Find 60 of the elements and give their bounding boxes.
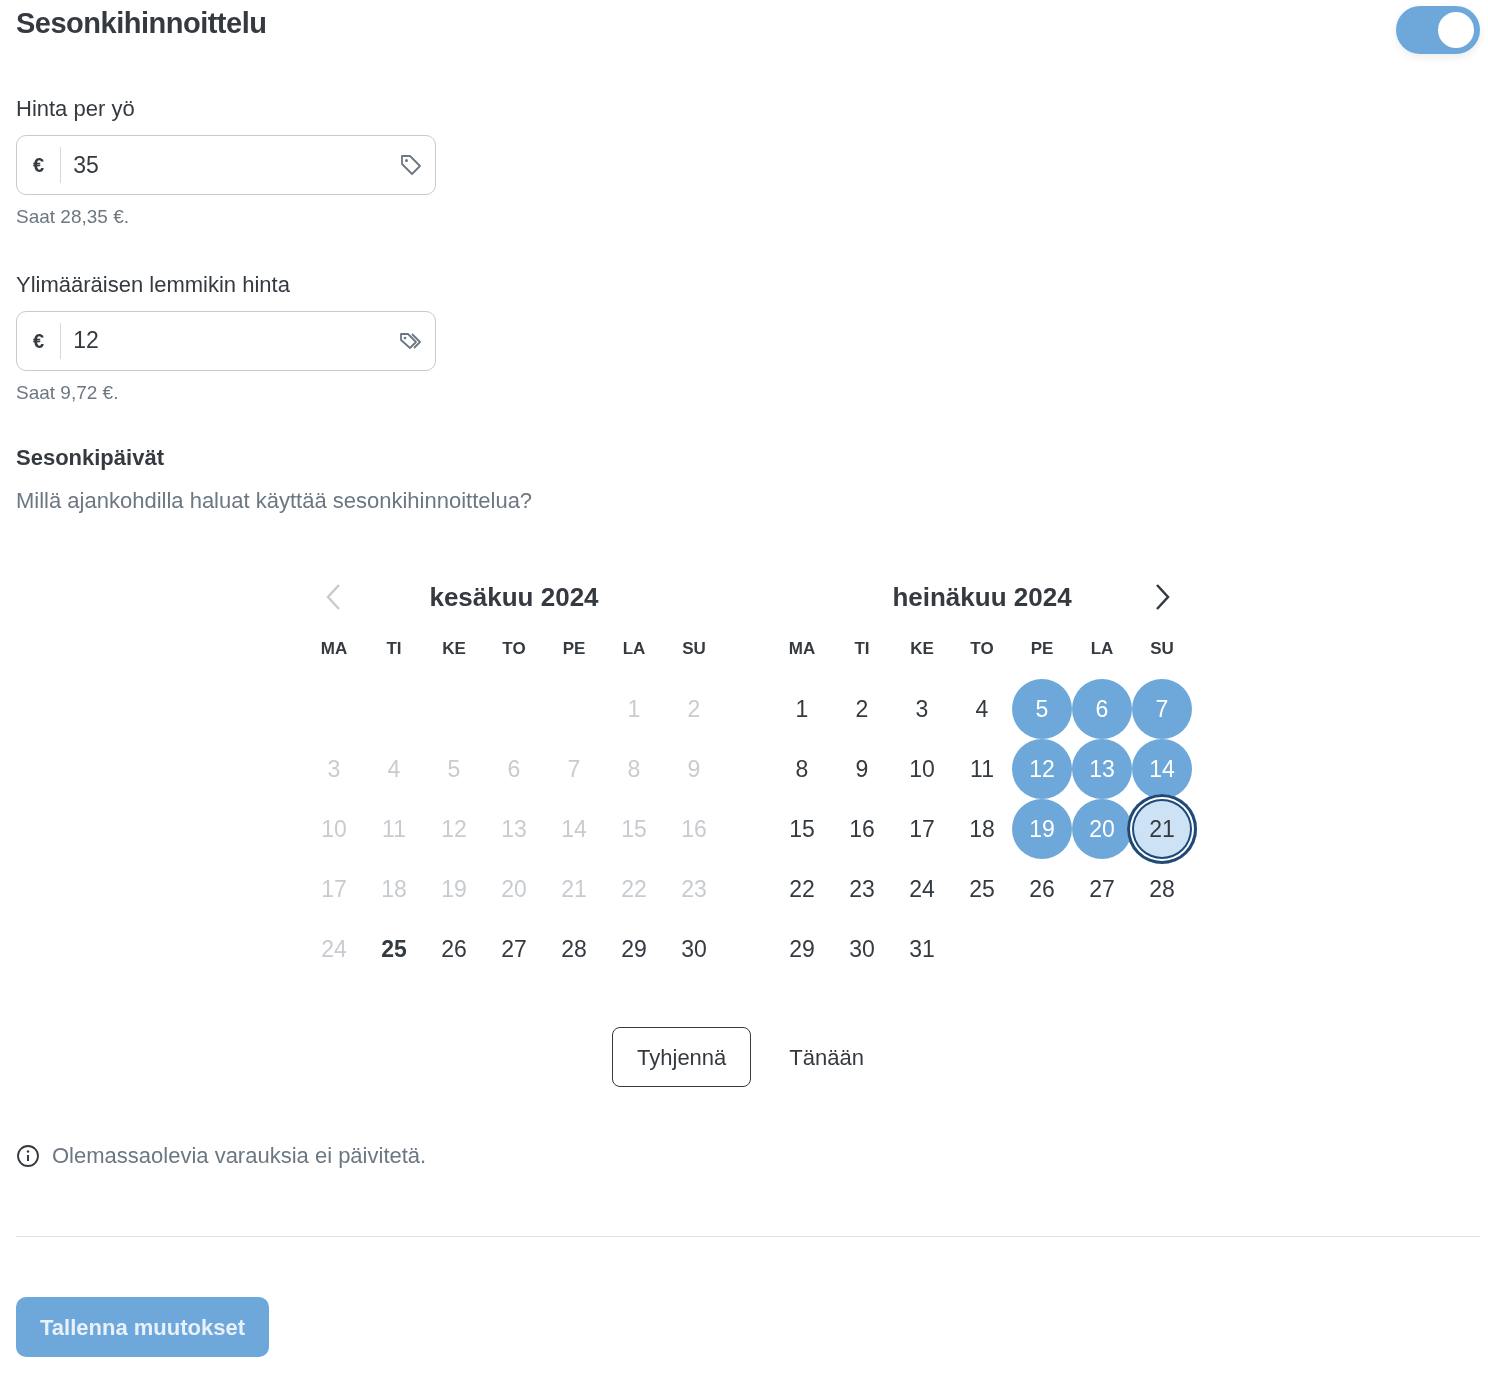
calendar-day[interactable]: 18 — [952, 799, 1012, 859]
price-field[interactable]: € 35 — [16, 135, 436, 195]
calendar-day[interactable]: 25 — [952, 859, 1012, 919]
calendar-day[interactable]: 11 — [952, 739, 1012, 799]
calendar-day[interactable]: 23 — [832, 859, 892, 919]
calendar-day[interactable]: 31 — [892, 919, 952, 979]
weekday-label: SU — [1149, 638, 1175, 661]
calendar-day[interactable]: 2 — [832, 679, 892, 739]
weekday-label: TI — [853, 638, 871, 661]
toggle-switch[interactable] — [1396, 6, 1480, 54]
calendar-day[interactable]: 29 — [604, 919, 664, 979]
tag-icon — [399, 153, 423, 177]
section-description: Millä ajankohdilla haluat käyttää sesonkihinnoittelua? — [16, 487, 534, 515]
calendar-day[interactable]: 16 — [832, 799, 892, 859]
calendar-day[interactable]: 26 — [424, 919, 484, 979]
calendar-day[interactable]: 8 — [772, 739, 832, 799]
info-note: Olemassaolevia varauksia ei päivitetä. — [52, 1142, 427, 1170]
calendar-day[interactable]: 10 — [892, 739, 952, 799]
clear-button[interactable]: Tyhjennä — [612, 1027, 752, 1087]
section-title: Sesonkihinnoittelu — [16, 6, 267, 41]
price-field[interactable]: € 12 — [16, 310, 436, 371]
calendar-day[interactable]: 4 — [952, 679, 1012, 739]
calendar-day[interactable]: 21 — [1127, 794, 1197, 864]
calendar-day[interactable]: 29 — [772, 919, 832, 979]
section-heading: Sesonkipäivät — [16, 444, 165, 472]
calendar-day[interactable]: 3 — [892, 679, 952, 739]
calendar-day[interactable]: 25 — [364, 919, 424, 979]
weekday-label: MA — [787, 638, 817, 661]
weekday-label: KE — [441, 638, 467, 661]
today-button[interactable]: Tänään — [769, 1027, 884, 1087]
field-label: Hinta per yö — [16, 95, 136, 123]
weekday-label: LA — [1089, 638, 1115, 661]
calendar-day[interactable]: 9 — [832, 739, 892, 799]
calendar-day[interactable]: 26 — [1012, 859, 1072, 919]
weekday-label: TI — [385, 638, 403, 661]
weekday-label: MA — [319, 638, 349, 661]
calendar-day[interactable]: 15 — [772, 799, 832, 859]
month-title: kesäkuu 2024 — [429, 580, 599, 614]
calendar-day[interactable]: 1 — [772, 679, 832, 739]
calendar-day[interactable]: 28 — [544, 919, 604, 979]
calendar-day[interactable]: 22 — [772, 859, 832, 919]
help-text: Saat 28,35 €. — [16, 205, 131, 229]
calendar-day[interactable]: 27 — [484, 919, 544, 979]
price-input[interactable]: 12 — [61, 322, 399, 359]
calendar-day[interactable]: 30 — [664, 919, 724, 979]
info-icon — [16, 1143, 40, 1168]
weekday-label: KE — [909, 638, 935, 661]
calendar-day[interactable]: 30 — [832, 919, 892, 979]
weekday-label: SU — [681, 638, 707, 661]
field-label: Ylimääräisen lemmikin hinta — [16, 270, 291, 299]
price-input[interactable]: 35 — [61, 146, 399, 184]
calendar-day[interactable]: 24 — [892, 859, 952, 919]
help-text: Saat 9,72 €. — [16, 380, 120, 405]
weekday-label: PE — [561, 638, 587, 661]
weekday-label: LA — [621, 638, 647, 661]
calendar-day[interactable]: 17 — [892, 799, 952, 859]
weekday-label: TO — [501, 638, 527, 661]
weekday-label: TO — [969, 638, 995, 661]
month-title: heinäkuu 2024 — [892, 580, 1072, 614]
weekday-label: PE — [1029, 638, 1055, 661]
